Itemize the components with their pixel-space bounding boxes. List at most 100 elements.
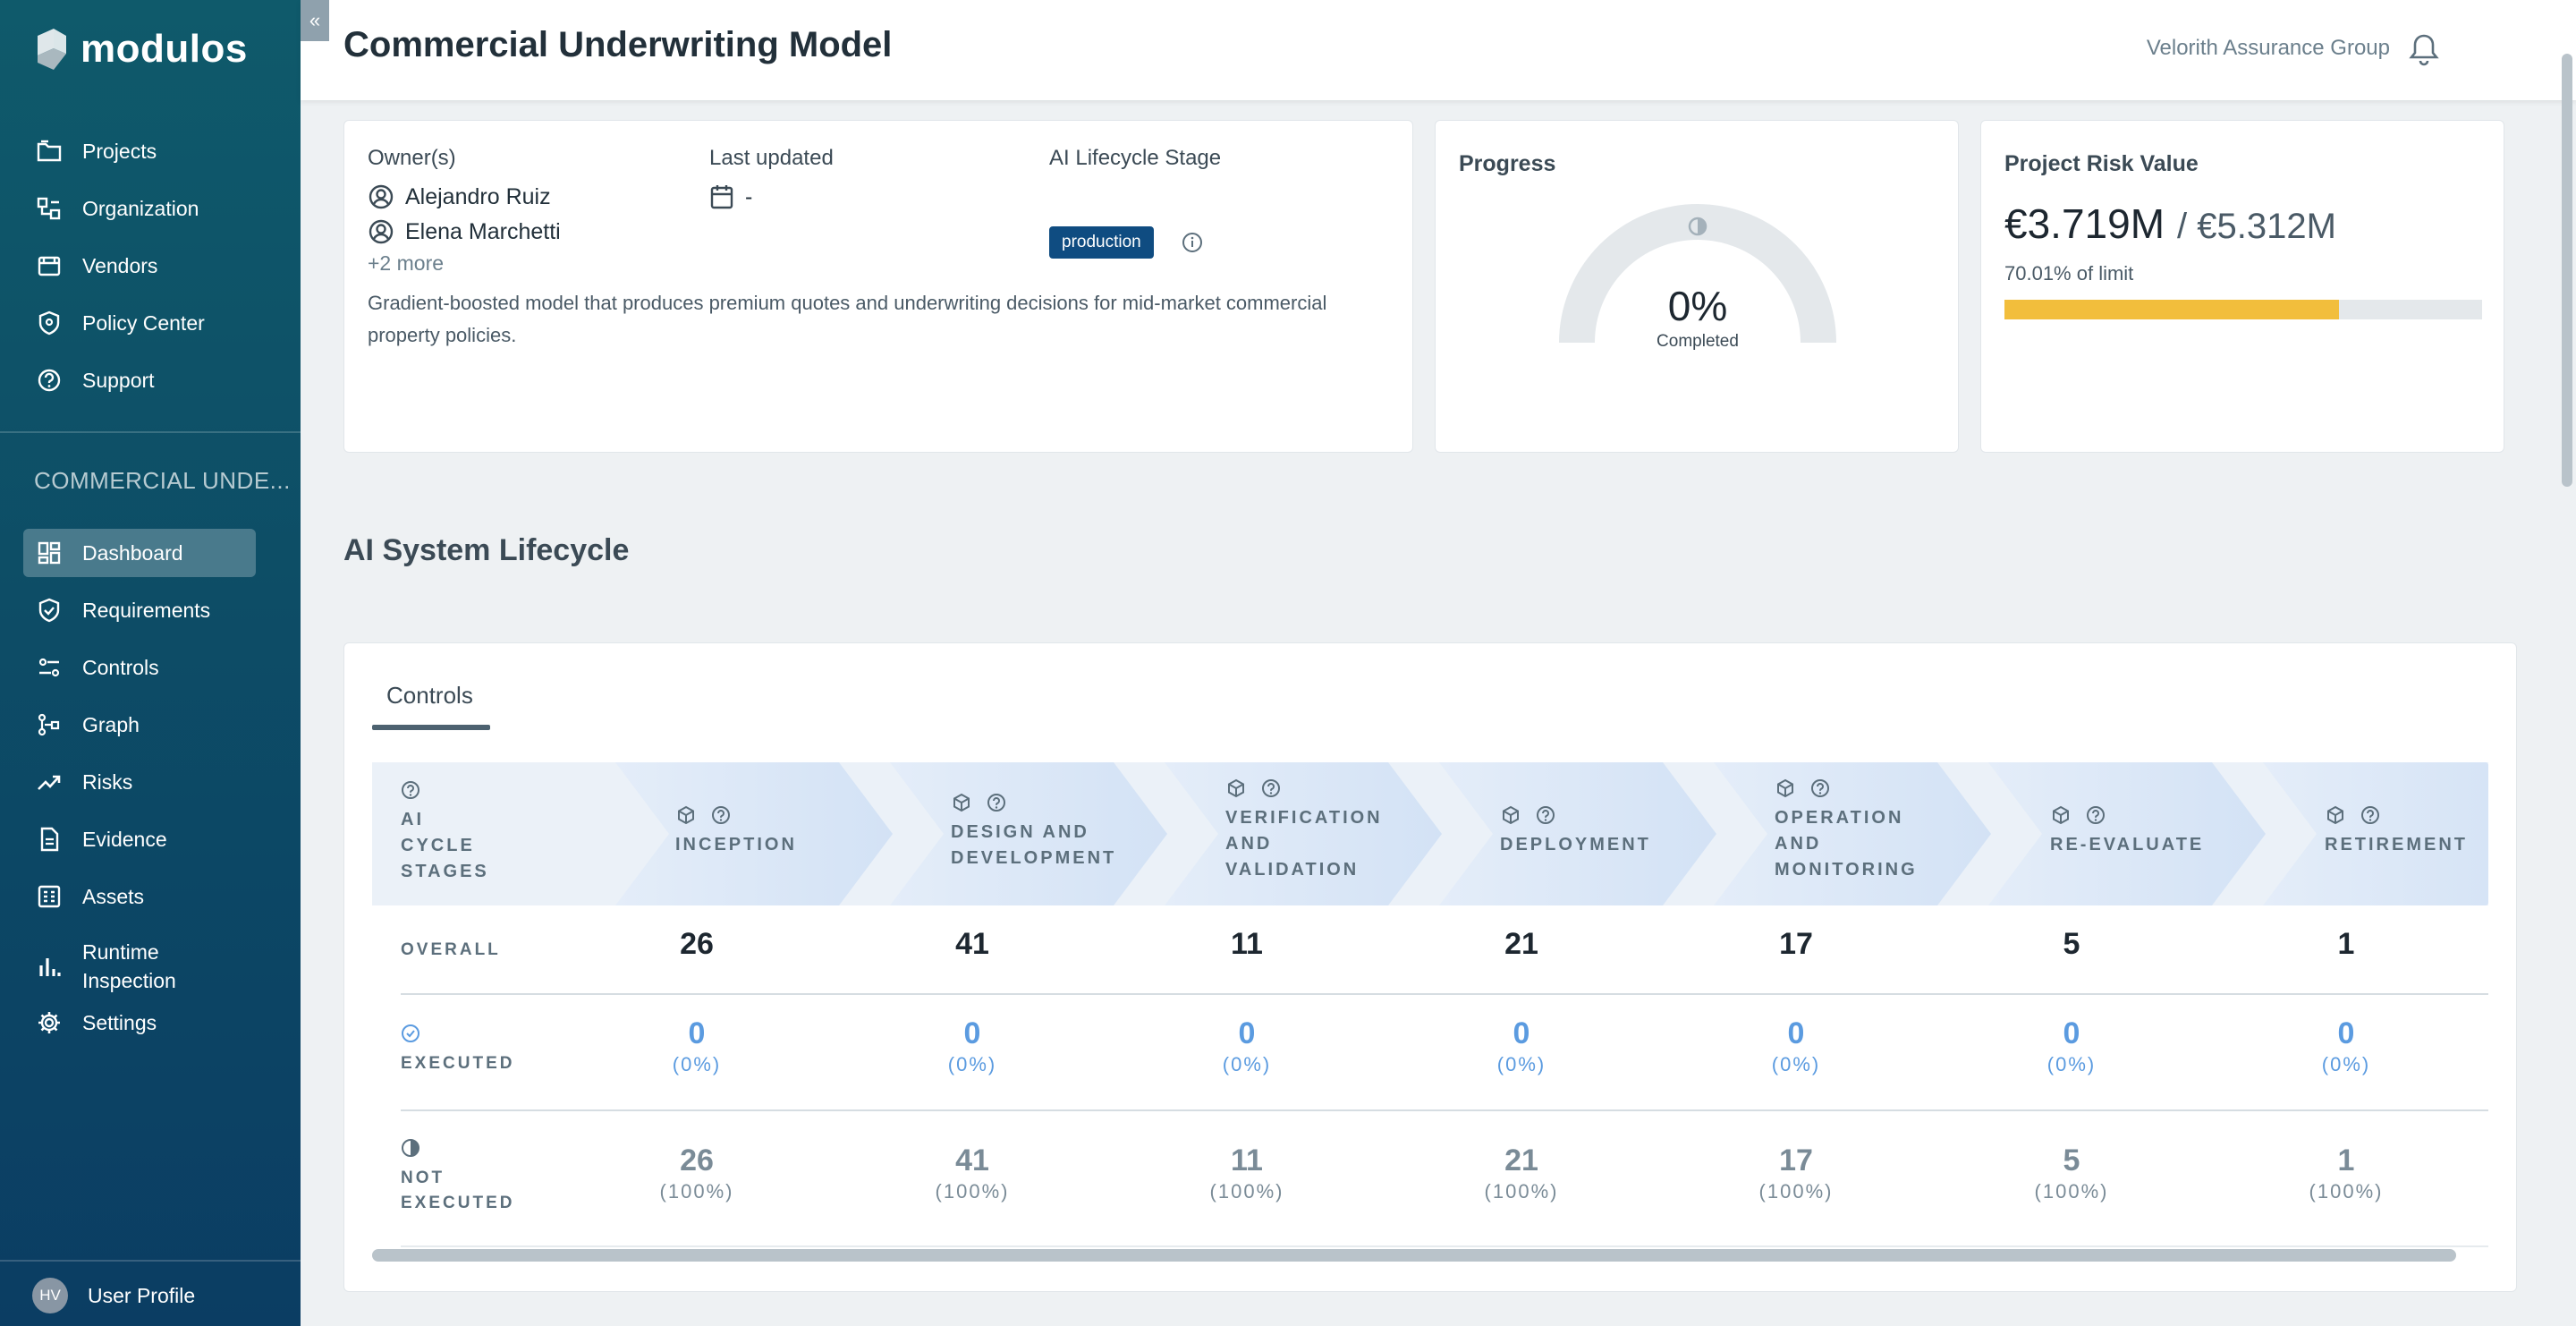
check-circle-icon — [402, 1024, 419, 1042]
not-executed-value: 21 — [1504, 1143, 1538, 1177]
help-icon[interactable] — [1261, 778, 1281, 798]
executed-count[interactable]: 0 (0%) — [2000, 1016, 2143, 1076]
executed-count[interactable]: 0 (0%) — [1175, 1016, 1318, 1076]
row-divider — [401, 1245, 2488, 1247]
bell-icon[interactable] — [2408, 32, 2440, 68]
help-icon[interactable] — [2086, 805, 2106, 825]
double-chevron-left-icon: « — [309, 9, 321, 31]
sidebar-item-requirements[interactable]: Requirements — [23, 586, 256, 634]
owner-name: Alejandro Ruiz — [405, 183, 551, 209]
executed-percent: (0%) — [2321, 1053, 2371, 1075]
sidebar-item-label: Runtime Inspection — [82, 940, 176, 992]
sidebar-item-label: Controls — [82, 655, 159, 679]
stage-header-inception: INCEPTION — [675, 802, 797, 858]
not-executed-percent: (100%) — [2309, 1180, 2384, 1203]
info-icon[interactable] — [1182, 232, 1203, 253]
executed-value: 0 — [1513, 1016, 1530, 1050]
brand-name: modulos — [80, 27, 248, 71]
sidebar-item-runtime-inspection[interactable]: Runtime Inspection — [23, 935, 256, 998]
calendar-icon — [710, 185, 733, 209]
not-executed-count[interactable]: 1 (100%) — [2275, 1143, 2418, 1203]
sidebar-item-settings[interactable]: Settings — [23, 999, 256, 1047]
help-icon[interactable] — [711, 805, 731, 825]
sidebar-item-dashboard[interactable]: Dashboard — [23, 529, 256, 577]
sidebar: modulos Projects Organization Vendors Polic… — [0, 0, 301, 1326]
not-executed-count[interactable]: 26 (100%) — [625, 1143, 768, 1203]
sidebar-item-projects[interactable]: Projects — [23, 127, 256, 175]
bar-chart-icon — [39, 958, 61, 976]
sidebar-item-evidence[interactable]: Evidence — [23, 815, 256, 863]
sidebar-item-label: Vendors — [82, 253, 158, 277]
collapse-sidebar-button[interactable]: « — [301, 0, 329, 41]
owner-item[interactable]: Alejandro Ruiz — [368, 183, 551, 210]
page-title: Commercial Underwriting Model — [343, 25, 893, 64]
executed-count[interactable]: 0 (0%) — [1724, 1016, 1868, 1076]
sidebar-item-vendors[interactable]: Vendors — [23, 242, 256, 290]
not-executed-percent: (100%) — [1758, 1180, 1834, 1203]
sidebar-item-label: Graph — [82, 712, 140, 736]
not-executed-count[interactable]: 5 (100%) — [2000, 1143, 2143, 1203]
executed-count[interactable]: 0 (0%) — [2275, 1016, 2418, 1076]
help-icon[interactable] — [1536, 805, 1555, 825]
top-header: Commercial Underwriting Model Velorith A… — [301, 0, 2576, 100]
more-owners-link[interactable]: +2 more — [368, 251, 444, 276]
not-executed-value: 1 — [2337, 1143, 2355, 1177]
not-executed-count[interactable]: 41 (100%) — [901, 1143, 1044, 1203]
executed-value: 0 — [963, 1016, 981, 1050]
stage-header-operation-and-monitoring: OPERATION AND MONITORING — [1775, 775, 1918, 883]
executed-count[interactable]: 0 (0%) — [625, 1016, 768, 1076]
help-icon[interactable] — [1810, 778, 1830, 798]
not-executed-count[interactable]: 17 (100%) — [1724, 1143, 1868, 1203]
stage-label-line: DEPLOYMENT — [1500, 835, 1651, 854]
sidebar-item-policy-center[interactable]: Policy Center — [23, 299, 256, 347]
controls-icon — [38, 658, 60, 677]
modulos-logo-icon — [38, 29, 66, 70]
brand[interactable]: modulos — [34, 27, 248, 72]
sidebar-item-organization[interactable]: Organization — [23, 184, 256, 233]
stage-header-verification-and-validation: VERIFICATION AND VALIDATION — [1225, 775, 1383, 883]
page-vertical-scrollbar[interactable] — [2562, 54, 2572, 487]
help-icon[interactable] — [401, 780, 420, 800]
risk-limit-bar — [2004, 300, 2482, 319]
user-profile-link[interactable]: HV User Profile — [32, 1278, 195, 1313]
executed-value: 0 — [2063, 1016, 2080, 1050]
sidebar-item-assets[interactable]: Assets — [23, 872, 256, 921]
help-icon[interactable] — [2360, 805, 2380, 825]
sidebar-item-graph[interactable]: Graph — [23, 701, 256, 749]
not-executed-percent: (100%) — [2034, 1180, 2109, 1203]
sidebar-item-label: Settings — [82, 1010, 157, 1034]
table-horizontal-scrollbar[interactable] — [372, 1249, 2456, 1262]
executed-value: 0 — [688, 1016, 706, 1050]
sidebar-item-risks[interactable]: Risks — [23, 758, 256, 806]
stage-label-line: VALIDATION — [1225, 860, 1360, 880]
executed-percent: (0%) — [2046, 1053, 2097, 1075]
help-icon[interactable] — [987, 793, 1006, 812]
not-executed-count[interactable]: 21 (100%) — [1450, 1143, 1593, 1203]
not-executed-value: 11 — [1231, 1143, 1263, 1177]
executed-percent: (0%) — [947, 1053, 997, 1075]
row-label-line: EXECUTED — [401, 1194, 515, 1212]
stage-label-line: RE-EVALUATE — [2050, 835, 2205, 854]
risk-limit-bar-fill — [2004, 300, 2339, 319]
not-executed-value: 41 — [955, 1143, 989, 1177]
tab-controls[interactable]: Controls — [386, 682, 473, 710]
last-updated-label: Last updated — [709, 146, 834, 170]
cube-icon — [2327, 805, 2343, 825]
sidebar-item-controls[interactable]: Controls — [23, 643, 256, 692]
row-divider — [401, 1109, 2488, 1111]
header-label-line: STAGES — [401, 862, 489, 881]
sidebar-item-support[interactable]: Support — [23, 356, 256, 404]
stage-label-line: DEVELOPMENT — [951, 848, 1117, 868]
executed-count[interactable]: 0 (0%) — [1450, 1016, 1593, 1076]
row-label-executed-text: EXECUTED — [401, 1054, 515, 1073]
sidebar-item-label: Evidence — [82, 827, 167, 851]
not-executed-value: 17 — [1779, 1143, 1813, 1177]
executed-value: 0 — [1238, 1016, 1256, 1050]
active-tab-indicator — [372, 725, 490, 730]
lifecycle-stage-badge: production — [1049, 226, 1154, 259]
not-executed-count[interactable]: 11 (100%) — [1175, 1143, 1318, 1203]
organization-name[interactable]: Velorith Assurance Group — [2147, 36, 2390, 61]
executed-count[interactable]: 0 (0%) — [901, 1016, 1044, 1076]
owner-item[interactable]: Elena Marchetti — [368, 218, 561, 245]
shield-check-icon — [38, 598, 60, 623]
